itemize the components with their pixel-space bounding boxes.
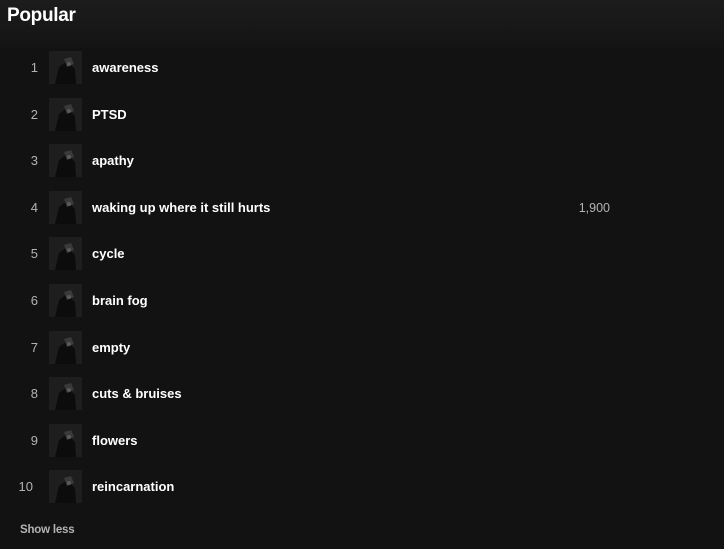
- track-title[interactable]: cuts & bruises: [92, 371, 182, 417]
- album-art-thumbnail: [49, 330, 82, 364]
- track-play-count: [548, 278, 610, 324]
- track-row[interactable]: 3 apathy: [0, 138, 724, 185]
- album-art-thumbnail: [49, 97, 82, 131]
- track-play-count: [548, 371, 610, 417]
- track-row[interactable]: 6 brain fog: [0, 278, 724, 325]
- track-row[interactable]: 7 empty: [0, 325, 724, 372]
- track-title[interactable]: waking up where it still hurts: [92, 185, 270, 231]
- album-art-thumbnail: [49, 283, 82, 317]
- track-rank: 4: [30, 199, 38, 215]
- track-rank: 8: [30, 386, 38, 402]
- track-rank: 10: [18, 479, 33, 495]
- track-play-count: [548, 92, 610, 138]
- album-art-thumbnail: [49, 377, 82, 411]
- track-rank: 1: [30, 60, 38, 75]
- track-title[interactable]: PTSD: [92, 92, 127, 138]
- track-rank: 3: [30, 153, 38, 169]
- track-play-count: [548, 138, 610, 184]
- track-row[interactable]: 9 flowers: [0, 418, 724, 465]
- track-title[interactable]: empty: [92, 325, 130, 371]
- track-play-count: 1,900: [578, 200, 610, 215]
- album-art-thumbnail: [49, 51, 82, 84]
- track-rank: 5: [30, 246, 38, 262]
- track-play-count: [548, 45, 610, 91]
- popular-track-list: 1 awareness 2 PTSD 3 apathy 4 waking up …: [0, 45, 724, 511]
- track-row[interactable]: 5 cycle: [0, 231, 724, 278]
- album-art-thumbnail: [49, 237, 82, 271]
- album-art-thumbnail: [49, 470, 82, 504]
- track-title[interactable]: apathy: [92, 138, 134, 184]
- show-less-button[interactable]: Show less: [20, 524, 75, 536]
- album-art-thumbnail: [49, 423, 82, 457]
- section-title: Popular: [7, 5, 76, 26]
- track-rank: 6: [30, 292, 38, 308]
- track-row[interactable]: 1 awareness: [0, 45, 724, 92]
- track-title[interactable]: reincarnation: [92, 464, 174, 510]
- album-art-thumbnail: [49, 144, 82, 178]
- track-play-count: [548, 231, 610, 277]
- track-title[interactable]: awareness: [92, 45, 159, 91]
- track-title[interactable]: cycle: [92, 231, 125, 277]
- track-row[interactable]: 4 waking up where it still hurts 1,900: [0, 185, 724, 232]
- section-header-band: [0, 0, 724, 48]
- track-play-count: [548, 418, 610, 464]
- track-row[interactable]: 8 cuts & bruises: [0, 371, 724, 418]
- track-title[interactable]: brain fog: [92, 278, 148, 324]
- track-row[interactable]: 2 PTSD: [0, 92, 724, 139]
- track-rank: 2: [30, 106, 38, 122]
- track-play-count: [548, 325, 610, 371]
- track-title[interactable]: flowers: [92, 418, 138, 464]
- track-rank: 7: [30, 339, 38, 355]
- track-play-count: [548, 464, 610, 510]
- track-row[interactable]: 10 reincarnation: [0, 464, 724, 511]
- album-art-thumbnail: [49, 190, 82, 224]
- track-rank: 9: [30, 432, 38, 448]
